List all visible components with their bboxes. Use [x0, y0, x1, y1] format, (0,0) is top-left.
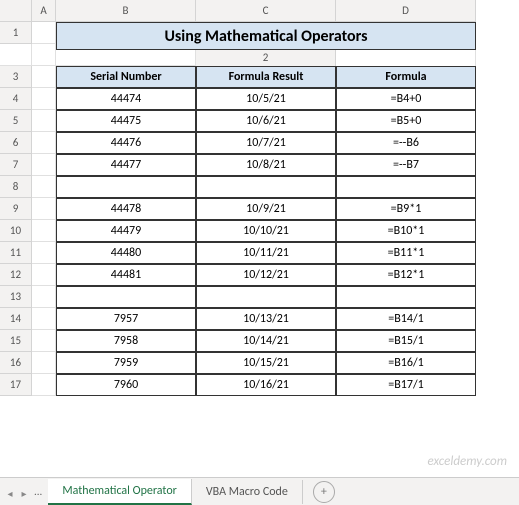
cell-c10[interactable]: 10/10/21: [196, 220, 336, 242]
cell-d17[interactable]: =B17/1: [336, 374, 476, 396]
tab-mathematical-operator[interactable]: Mathematical Operator: [48, 479, 192, 505]
cell-a14[interactable]: [32, 308, 56, 330]
header-serial[interactable]: Serial Number: [56, 66, 196, 88]
row-header-5[interactable]: 5: [0, 110, 32, 132]
cell-b4[interactable]: 44474: [56, 88, 196, 110]
cell-c16[interactable]: 10/15/21: [196, 352, 336, 374]
cell-d13[interactable]: [336, 286, 476, 308]
cell-b8[interactable]: [56, 176, 196, 198]
cell-a9[interactable]: [32, 198, 56, 220]
sheet-tabs-bar: ... Mathematical Operator VBA Macro Code…: [0, 477, 519, 505]
cell-a16[interactable]: [32, 352, 56, 374]
cell-c7[interactable]: 10/8/21: [196, 154, 336, 176]
select-all-corner[interactable]: [0, 0, 32, 22]
tab-nav-ellipsis[interactable]: ...: [28, 485, 48, 498]
cell-c5[interactable]: 10/6/21: [196, 110, 336, 132]
sheet-nav-buttons: ◂ ▸: [4, 485, 30, 501]
row-header-1[interactable]: 1: [0, 22, 32, 44]
tab-vba-macro-code[interactable]: VBA Macro Code: [192, 480, 303, 504]
cell-b16[interactable]: 7959: [56, 352, 196, 374]
cell-a12[interactable]: [32, 264, 56, 286]
row-header-16[interactable]: 16: [0, 352, 32, 374]
row-header-11[interactable]: 11: [0, 242, 32, 264]
cell-d12[interactable]: =B12*1: [336, 264, 476, 286]
row-header-4[interactable]: 4: [0, 88, 32, 110]
cell-d4[interactable]: =B4+0: [336, 88, 476, 110]
cell-d6[interactable]: =--B6: [336, 132, 476, 154]
col-header-a[interactable]: A: [32, 0, 56, 22]
cell-b9[interactable]: 44478: [56, 198, 196, 220]
cell-a8[interactable]: [32, 176, 56, 198]
row-header-15[interactable]: 15: [0, 330, 32, 352]
cell-c17[interactable]: 10/16/21: [196, 374, 336, 396]
cell-a4[interactable]: [32, 88, 56, 110]
row-header-12[interactable]: 12: [0, 264, 32, 286]
row-header-14[interactable]: 14: [0, 308, 32, 330]
cell-a15[interactable]: [32, 330, 56, 352]
cell-d5[interactable]: =B5+0: [336, 110, 476, 132]
cell-c8[interactable]: [196, 176, 336, 198]
cell-a3[interactable]: [32, 66, 56, 88]
cell-a7[interactable]: [32, 154, 56, 176]
cell-c6[interactable]: 10/7/21: [196, 132, 336, 154]
cell-c14[interactable]: 10/13/21: [196, 308, 336, 330]
row-header-3[interactable]: 3: [0, 66, 32, 88]
cell-d14[interactable]: =B14/1: [336, 308, 476, 330]
row-header-9[interactable]: 9: [0, 198, 32, 220]
cell-c4[interactable]: 10/5/21: [196, 88, 336, 110]
header-formula[interactable]: Formula: [336, 66, 476, 88]
cell-b10[interactable]: 44479: [56, 220, 196, 242]
cell-d9[interactable]: =B9*1: [336, 198, 476, 220]
header-result[interactable]: Formula Result: [196, 66, 336, 88]
cell-b15[interactable]: 7958: [56, 330, 196, 352]
plus-icon: +: [321, 485, 327, 499]
cell-c15[interactable]: 10/14/21: [196, 330, 336, 352]
add-sheet-button[interactable]: +: [313, 481, 335, 503]
row-header-13[interactable]: 13: [0, 286, 32, 308]
row-header-10[interactable]: 10: [0, 220, 32, 242]
row-header-17[interactable]: 17: [0, 374, 32, 396]
cell-a5[interactable]: [32, 110, 56, 132]
cell-b14[interactable]: 7957: [56, 308, 196, 330]
cell-b17[interactable]: 7960: [56, 374, 196, 396]
cell-c1[interactable]: [32, 44, 56, 66]
cell-b12[interactable]: 44481: [56, 264, 196, 286]
cell-d8[interactable]: [336, 176, 476, 198]
nav-right-icon[interactable]: ▸: [18, 485, 30, 501]
row-header-6[interactable]: 6: [0, 132, 32, 154]
cell-d16[interactable]: =B16/1: [336, 352, 476, 374]
cell-b1[interactable]: [0, 44, 32, 66]
cell-b6[interactable]: 44476: [56, 132, 196, 154]
cell-d10[interactable]: =B10*1: [336, 220, 476, 242]
cell-a6[interactable]: [32, 132, 56, 154]
row-header-8[interactable]: 8: [0, 176, 32, 198]
cell-a10[interactable]: [32, 220, 56, 242]
row-header-7[interactable]: 7: [0, 154, 32, 176]
cell-c13[interactable]: [196, 286, 336, 308]
cell-b11[interactable]: 44480: [56, 242, 196, 264]
cell-b7[interactable]: 44477: [56, 154, 196, 176]
title-merged-cell[interactable]: Using Mathematical Operators: [56, 22, 476, 50]
cell-a17[interactable]: [32, 374, 56, 396]
nav-left-icon[interactable]: ◂: [4, 485, 16, 501]
cell-b5[interactable]: 44475: [56, 110, 196, 132]
spreadsheet-grid: A B C D 1 2 Using Mathematical Operators…: [0, 0, 519, 396]
cell-b13[interactable]: [56, 286, 196, 308]
cell-c11[interactable]: 10/11/21: [196, 242, 336, 264]
cell-a13[interactable]: [32, 286, 56, 308]
cell-c9[interactable]: 10/9/21: [196, 198, 336, 220]
cell-a11[interactable]: [32, 242, 56, 264]
cell-a1[interactable]: [32, 22, 56, 44]
col-header-d[interactable]: D: [336, 0, 476, 22]
cell-d11[interactable]: =B11*1: [336, 242, 476, 264]
col-header-b[interactable]: B: [56, 0, 196, 22]
cell-d15[interactable]: =B15/1: [336, 330, 476, 352]
cell-c12[interactable]: 10/12/21: [196, 264, 336, 286]
cell-d7[interactable]: =--B7: [336, 154, 476, 176]
watermark-text: exceldemy.com: [428, 454, 507, 469]
col-header-c[interactable]: C: [196, 0, 336, 22]
